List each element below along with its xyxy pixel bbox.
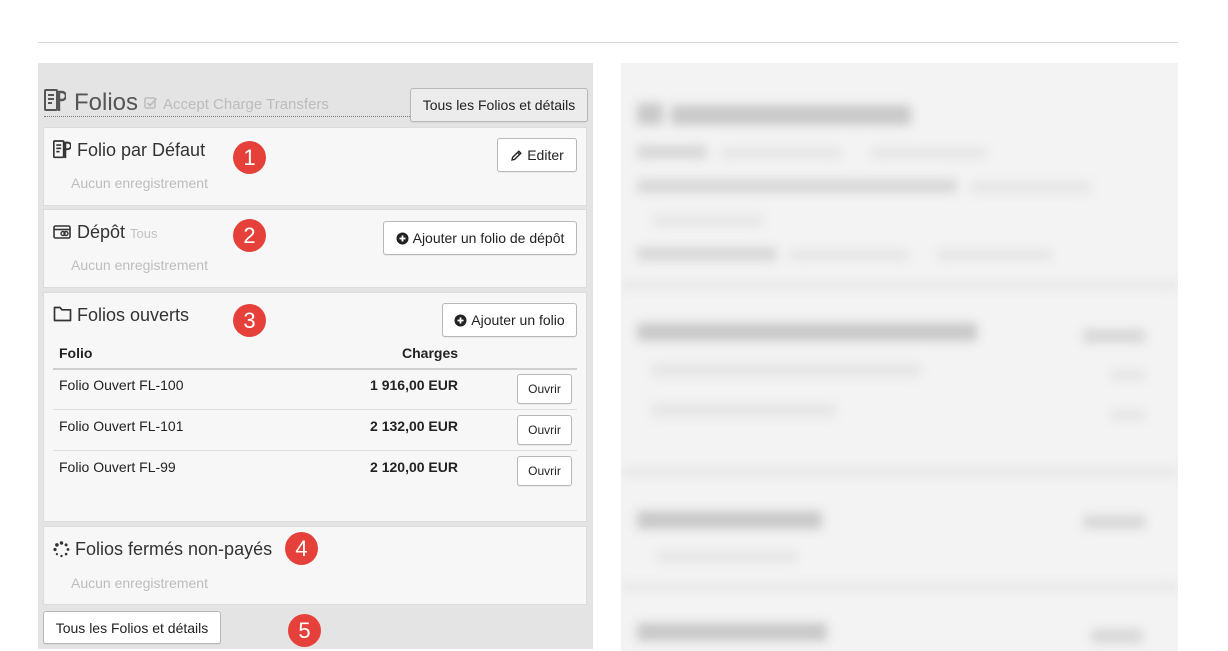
add-deposit-folio-label: Ajouter un folio de dépôt [412,230,565,246]
page-title: Folios [74,89,139,116]
card-icon [53,225,71,239]
add-folio-button[interactable]: Ajouter un folio [442,303,577,337]
deposit-section: Dépôt Tous 2 Aucun enregistrement Ajoute… [43,209,587,288]
callout-badge-5: 5 [288,614,321,647]
open-folios-title: Folios ouverts [77,305,190,325]
folio-name: Folio Ouvert FL-99 [59,459,176,475]
deposit-empty: Aucun enregistrement [71,257,208,273]
add-folio-label: Ajouter un folio [471,312,565,328]
callout-badge-4: 4 [285,532,318,565]
add-deposit-folio-button[interactable]: Ajouter un folio de dépôt [383,221,577,255]
callout-badge-2: 2 [233,219,266,252]
plus-circle-icon [454,314,467,326]
column-header-charges: Charges [402,345,459,361]
blurred-details-panel [621,63,1178,651]
open-folio-button[interactable]: Ouvrir [517,456,572,486]
open-folio-button[interactable]: Ouvrir [517,415,572,445]
blurred-content [621,63,1178,651]
folio-charges: 2 132,00 EUR [370,418,458,434]
folios-header: Folios Accept Charge Transfers Tous les … [38,63,593,122]
accept-charge-transfers-label: Accept Charge Transfers [163,96,329,113]
all-folios-button-bottom[interactable]: Tous les Folios et détails [43,611,221,644]
row-divider [53,409,577,410]
callout-badge-1: 1 [233,141,266,174]
callout-badge-3: 3 [233,304,266,337]
column-header-folio: Folio [59,345,93,361]
default-folio-empty: Aucun enregistrement [71,175,208,191]
closed-unpaid-section: Folios fermés non-payés 4 Aucun enregist… [43,526,587,605]
folio-icon [44,89,66,111]
open-folios-section: Folios ouverts 3 Ajouter un folio Folio … [43,292,587,522]
spinner-icon [53,541,70,558]
edit-button-label: Editer [527,147,564,163]
row-divider [53,450,577,451]
folios-panel: Folios Accept Charge Transfers Tous les … [38,63,593,649]
folio-charges: 2 120,00 EUR [370,459,458,475]
folio-charges: 1 916,00 EUR [370,377,458,393]
check-square-icon [144,97,158,109]
folio-name: Folio Ouvert FL-101 [59,418,184,434]
deposit-title: Dépôt [77,222,126,242]
closed-unpaid-title: Folios fermés non-payés [75,539,273,559]
default-folio-section: Folio par Défaut 1 Aucun enregistrement … [43,127,587,206]
folio-name: Folio Ouvert FL-100 [59,377,184,393]
open-folio-button[interactable]: Ouvrir [517,374,572,404]
edit-button[interactable]: Editer [497,138,577,172]
top-divider [38,42,1178,43]
table-header-divider [53,368,577,370]
default-folio-title: Folio par Défaut [77,140,206,160]
plus-circle-icon [396,232,409,244]
folio-icon [53,140,71,159]
closed-unpaid-empty: Aucun enregistrement [71,575,208,591]
all-folios-button-top[interactable]: Tous les Folios et détails [410,88,588,122]
pencil-icon [511,149,522,161]
header-divider [44,116,410,117]
deposit-filter-label: Tous [130,226,158,241]
folder-icon [53,306,72,322]
